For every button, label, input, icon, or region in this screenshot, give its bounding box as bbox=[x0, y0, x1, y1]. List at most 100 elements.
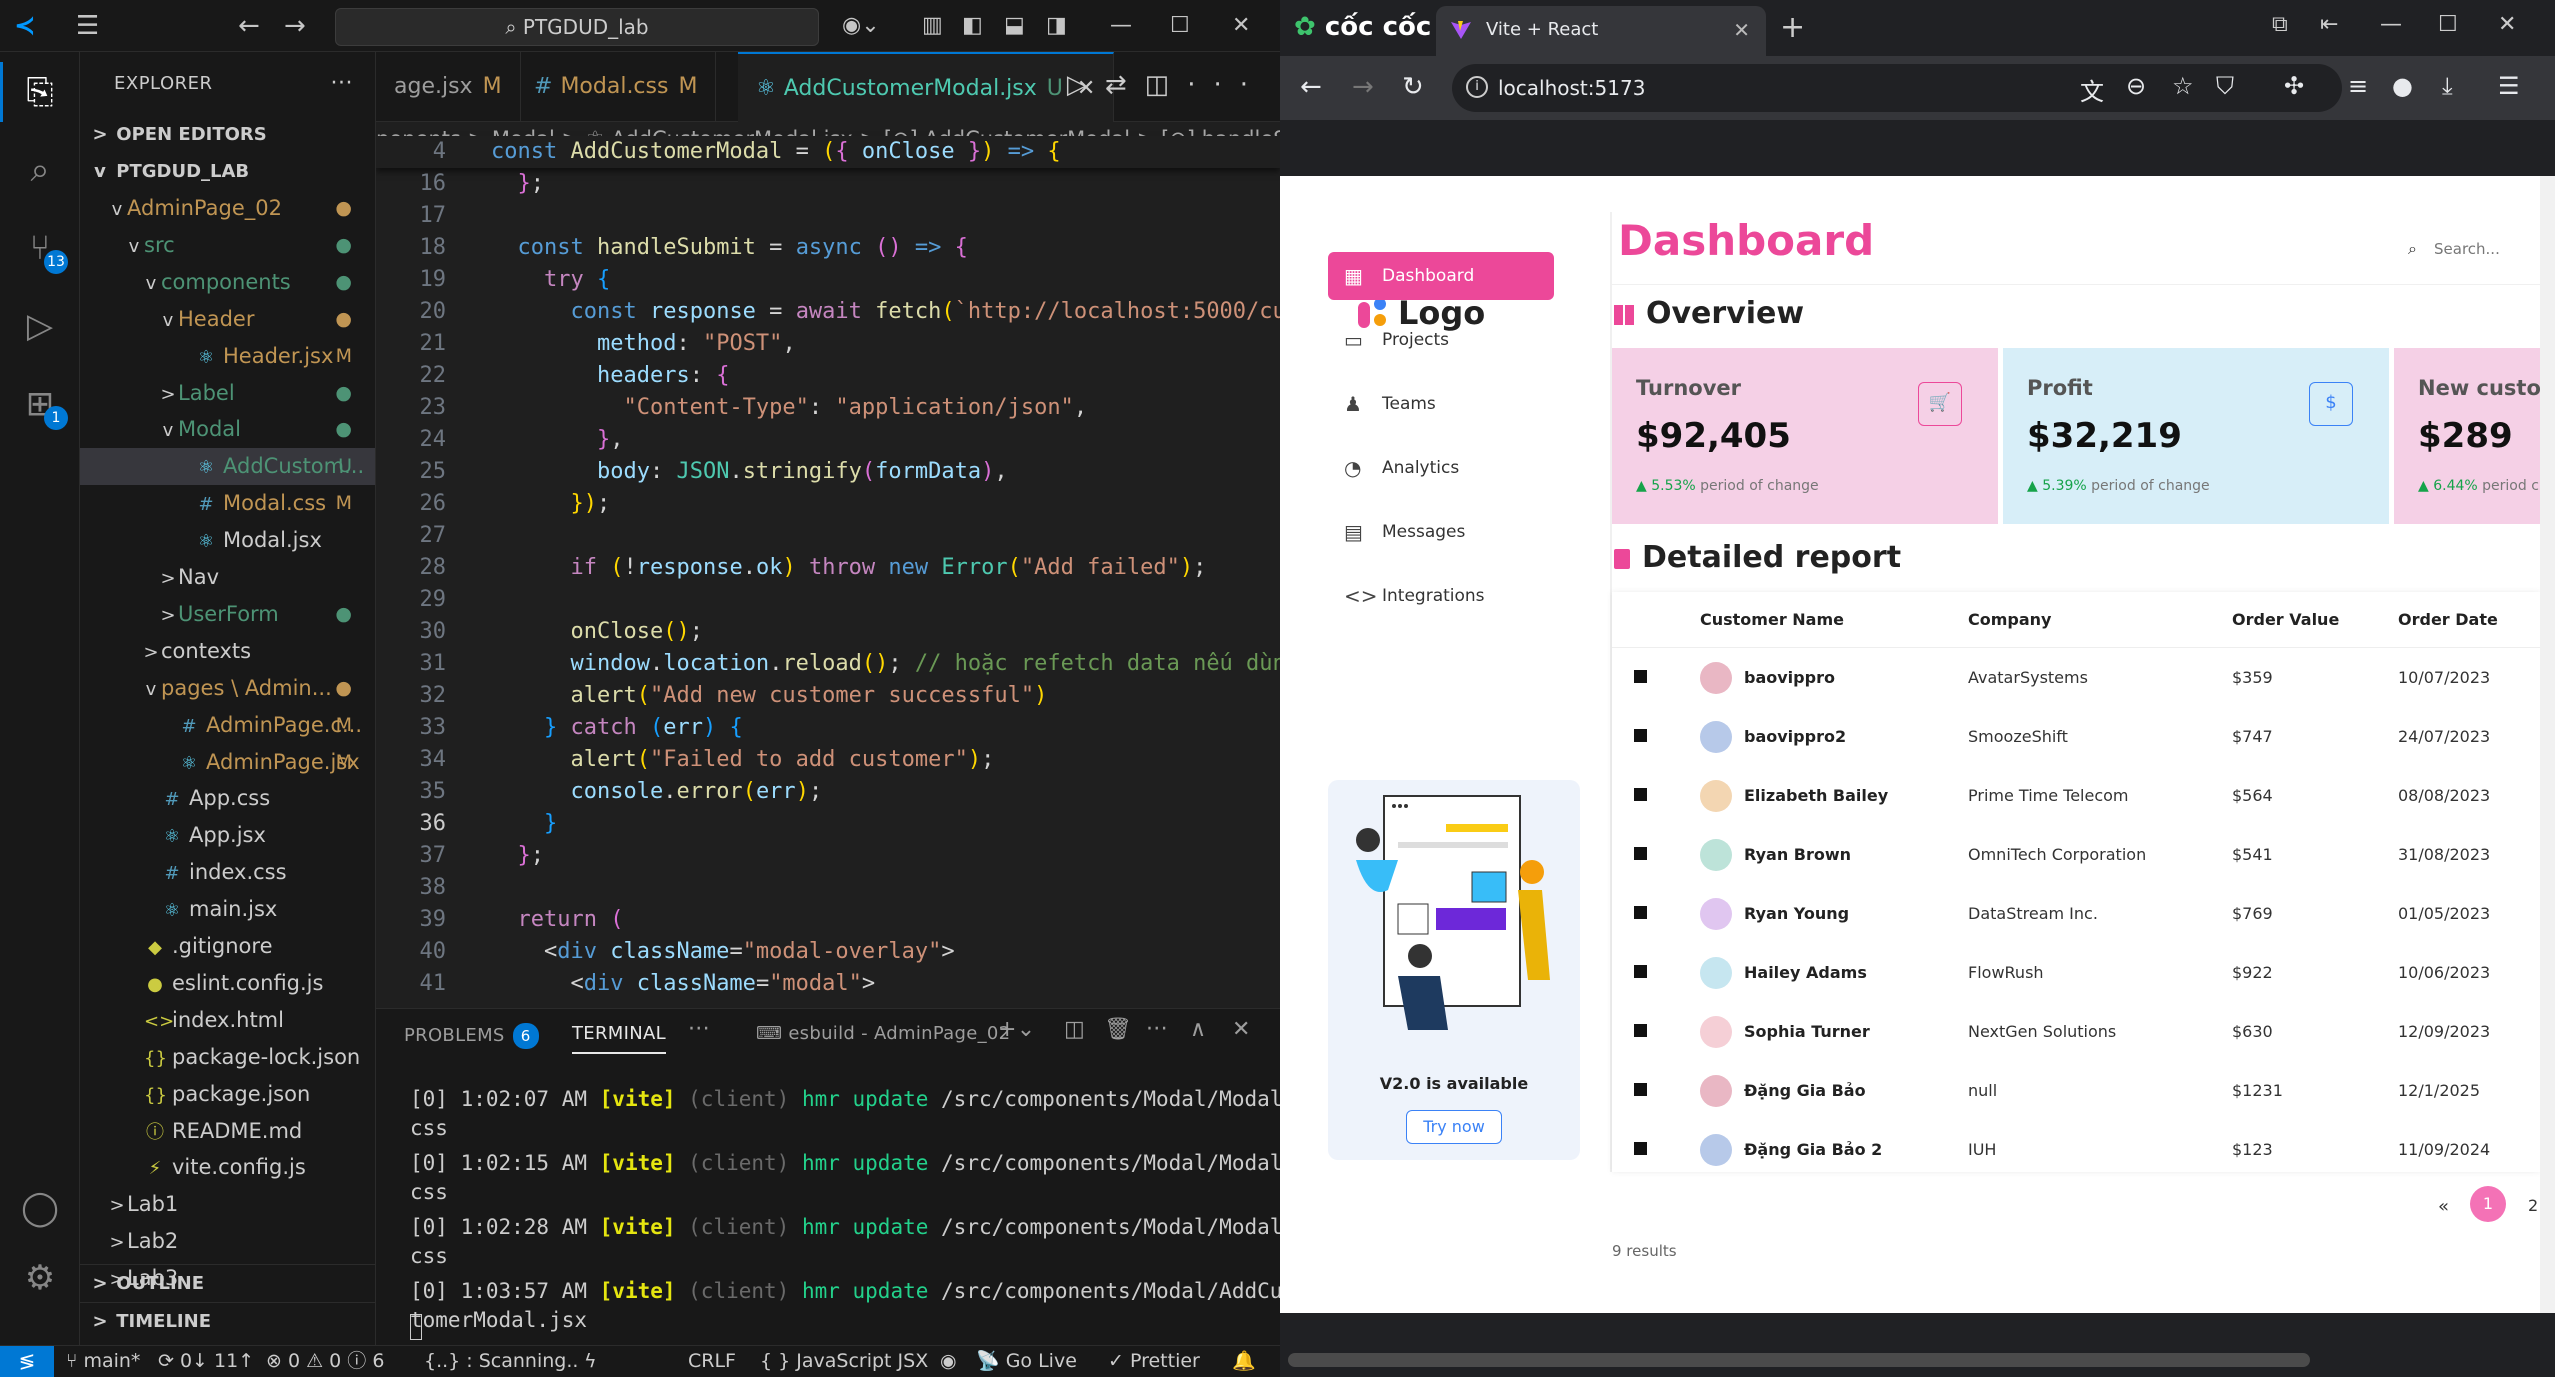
row-checkbox[interactable] bbox=[1634, 788, 1647, 801]
toggle-secondary-icon[interactable]: ◨ bbox=[1046, 12, 1067, 40]
col-order-date[interactable]: Order Date bbox=[2398, 592, 2498, 648]
new-tab-icon[interactable]: + bbox=[1780, 10, 1805, 45]
maximize-icon[interactable]: ☐ bbox=[1170, 12, 1190, 40]
close-window-icon[interactable]: ✕ bbox=[1232, 12, 1250, 40]
remote-icon[interactable]: ≶ bbox=[0, 1346, 54, 1377]
outline-section[interactable]: > OUTLINE bbox=[80, 1264, 375, 1301]
menu-icon[interactable]: ☰ bbox=[76, 12, 99, 40]
card-action-icon[interactable]: 🛒 bbox=[1918, 382, 1962, 426]
tree-item[interactable]: v pages \ Admin... ● bbox=[80, 670, 375, 707]
cast-icon[interactable]: ⧉ bbox=[2272, 12, 2288, 37]
sidebar-item-dashboard[interactable]: ▦ Dashboard bbox=[1328, 252, 1554, 300]
back-arrow-icon[interactable]: ← bbox=[238, 12, 260, 40]
tree-item[interactable]: ● eslint.config.js bbox=[80, 965, 375, 1002]
split-editor-icon[interactable]: ◫ bbox=[1145, 70, 1188, 100]
table-row[interactable]: Ryan Brown OmniTech Corporation $541 31/08/… bbox=[1612, 825, 2528, 884]
toggle-sidebar-icon[interactable]: ◧ bbox=[962, 12, 983, 40]
tree-item[interactable]: ⚛ AddCustom... U bbox=[80, 448, 375, 486]
split-terminal-icon[interactable]: ◫ bbox=[1064, 1017, 1085, 1042]
try-now-button[interactable]: Try now bbox=[1406, 1110, 1502, 1144]
extensions-puzzle-icon[interactable]: ✣ bbox=[2284, 72, 2304, 100]
tree-item[interactable]: > contexts bbox=[80, 633, 375, 670]
tree-item[interactable]: <>index.html bbox=[80, 1002, 375, 1039]
col-company[interactable]: Company bbox=[1968, 592, 2051, 648]
tree-item[interactable]: {} package.json bbox=[80, 1076, 375, 1113]
table-row[interactable]: Elizabeth Bailey Prime Time Telecom $564 08… bbox=[1612, 766, 2528, 825]
account-icon[interactable]: ◯ bbox=[18, 1186, 62, 1230]
back-icon[interactable]: ← bbox=[1300, 72, 1322, 102]
horizontal-scrollbar[interactable] bbox=[1280, 1345, 2555, 1377]
table-row[interactable]: Ryan Young DataStream Inc. $769 01/05/2023 bbox=[1612, 884, 2528, 943]
row-checkbox[interactable] bbox=[1634, 729, 1647, 742]
prettier-status[interactable]: ✓ Prettier bbox=[1108, 1346, 1200, 1376]
sidebar-item-messages[interactable]: ▤ Messages bbox=[1328, 508, 1554, 556]
tree-item[interactable]: v AdminPage_02 ● bbox=[80, 190, 375, 227]
search-icon[interactable]: ⌕ bbox=[18, 148, 62, 192]
more-icon[interactable]: ··· bbox=[1187, 70, 1266, 100]
col-customer-name[interactable]: Customer Name bbox=[1700, 592, 1844, 648]
table-row[interactable]: baovippro2 SmoozeShift $747 24/07/2023 bbox=[1612, 707, 2528, 766]
tree-item[interactable]: ⚛ main.jsx bbox=[80, 891, 375, 928]
language-status[interactable]: { } JavaScript JSX bbox=[760, 1346, 928, 1376]
tab-adminpage-jsx[interactable]: age.jsx M bbox=[376, 52, 521, 122]
sidebar-item-projects[interactable]: ▭ Projects bbox=[1328, 316, 1554, 364]
forward-arrow-icon[interactable]: → bbox=[284, 12, 306, 40]
copilot-status-icon[interactable]: ◉ bbox=[940, 1346, 957, 1376]
tree-item[interactable]: # App.css bbox=[80, 780, 375, 817]
reload-icon[interactable]: ↻ bbox=[1402, 72, 1424, 102]
tab-vite-react[interactable]: Vite + React ✕ bbox=[1436, 6, 1766, 56]
row-checkbox[interactable] bbox=[1634, 1024, 1647, 1037]
row-checkbox[interactable] bbox=[1634, 906, 1647, 919]
vertical-scrollbar[interactable] bbox=[2540, 176, 2555, 1313]
notifications-bell-icon[interactable]: 🔔 bbox=[1232, 1346, 1256, 1376]
zoom-icon[interactable]: ⊖ bbox=[2126, 72, 2146, 100]
source-control-icon[interactable]: ⑂ 13 bbox=[18, 226, 68, 274]
browser-menu-icon[interactable]: ☰ bbox=[2498, 72, 2520, 100]
copilot-icon[interactable]: ◉⌄ bbox=[842, 12, 880, 40]
site-info-icon[interactable]: i bbox=[1466, 76, 1488, 98]
lightning-icon[interactable]: ϟ bbox=[584, 1346, 597, 1376]
table-row[interactable]: Đặng Gia Bảo 2 IUH $123 11/09/2024 bbox=[1612, 1120, 2528, 1179]
tree-item[interactable]: # AdminPage.c... M bbox=[80, 707, 375, 744]
settings-gear-icon[interactable]: ⚙ bbox=[18, 1256, 62, 1300]
tree-item[interactable]: > Lab1 bbox=[80, 1186, 375, 1223]
table-row[interactable]: baovippro AvatarSystems $359 10/07/2023 bbox=[1612, 648, 2528, 707]
tab-modal-css[interactable]: # Modal.css M bbox=[516, 52, 717, 122]
eol-status[interactable]: CRLF bbox=[688, 1346, 736, 1376]
layout-icon[interactable]: ▥ bbox=[922, 12, 943, 40]
minimize-icon[interactable]: — bbox=[1110, 12, 1132, 40]
row-checkbox[interactable] bbox=[1634, 1142, 1647, 1155]
close-tab-icon[interactable]: ✕ bbox=[1733, 6, 1750, 54]
page-2-button[interactable]: 2 bbox=[2528, 1196, 2538, 1215]
address-bar[interactable]: i localhost:5173 bbox=[1452, 64, 2342, 112]
tree-item[interactable]: ⚡ vite.config.js bbox=[80, 1149, 375, 1186]
toggle-panel-icon[interactable]: ⬓ bbox=[1004, 12, 1025, 40]
tree-item[interactable]: ⚛ Modal.jsx bbox=[80, 522, 375, 559]
tree-item[interactable]: > Label ● bbox=[80, 375, 375, 412]
run-icon[interactable]: ▷ bbox=[1067, 70, 1105, 100]
tree-item[interactable]: > UserForm ● bbox=[80, 596, 375, 633]
prev-page-button[interactable]: « bbox=[2438, 1196, 2449, 1217]
profile-avatar-icon[interactable]: ● bbox=[2392, 72, 2413, 100]
tree-item[interactable]: # index.css bbox=[80, 854, 375, 891]
panel-more-icon[interactable]: ··· bbox=[688, 1017, 710, 1042]
shield-icon[interactable]: ⛉ bbox=[2216, 72, 2234, 100]
media-icon[interactable]: ≡ bbox=[2348, 72, 2368, 100]
col-order-value[interactable]: Order Value bbox=[2232, 592, 2339, 648]
close-window-icon[interactable]: ✕ bbox=[2498, 12, 2516, 37]
coccoc-logo[interactable]: ✿ cốc cốc bbox=[1294, 12, 1431, 42]
terminal-output[interactable]: [0] 1:02:07 AM [vite] (client) hmr updat… bbox=[410, 1079, 1280, 1335]
workspace-section[interactable]: v PTGDUD_LAB bbox=[80, 153, 375, 190]
row-checkbox[interactable] bbox=[1634, 1083, 1647, 1096]
more-actions-icon[interactable]: ··· bbox=[331, 52, 353, 116]
problems-status[interactable]: ⊗ 0 ⚠ 0 ⓘ 6 bbox=[266, 1346, 384, 1376]
sync-status[interactable]: ⟳ 0↓ 11↑ bbox=[158, 1346, 254, 1376]
compare-icon[interactable]: ⇄ bbox=[1105, 70, 1145, 100]
translate-icon[interactable]: 文 bbox=[2080, 72, 2104, 107]
tree-item[interactable]: ⚛ App.jsx bbox=[80, 817, 375, 854]
forward-icon[interactable]: → bbox=[1352, 72, 1374, 102]
table-row[interactable]: Hailey Adams FlowRush $922 10/06/2023 bbox=[1612, 943, 2528, 1002]
tree-item[interactable]: {} package-lock.json bbox=[80, 1039, 375, 1076]
history-icon[interactable]: ⇤ bbox=[2320, 12, 2338, 37]
maximize-icon[interactable]: ☐ bbox=[2438, 12, 2458, 37]
